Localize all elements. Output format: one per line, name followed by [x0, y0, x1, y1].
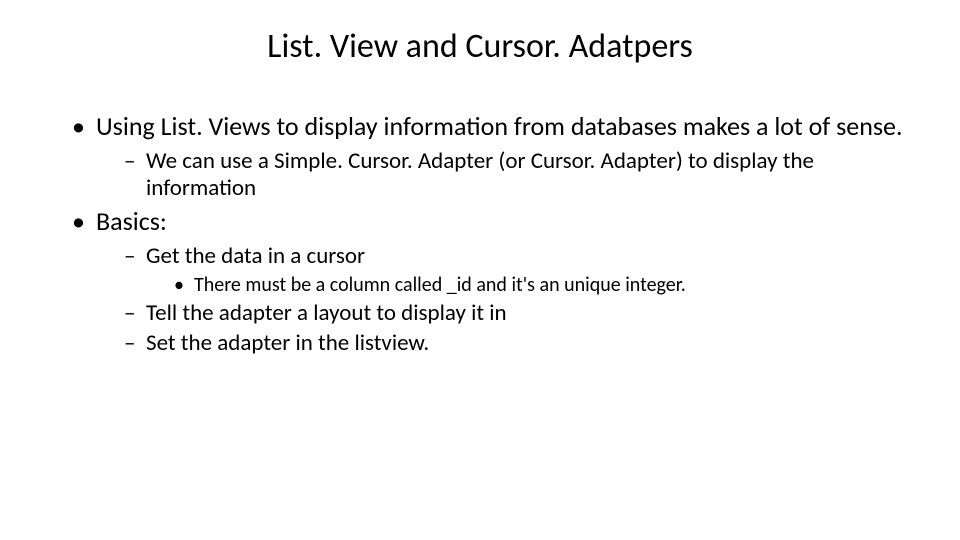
bullet-list-level1: Using List. Views to display information…: [40, 111, 920, 357]
bullet-text: We can use a Simple. Cursor. Adapter (or…: [146, 147, 814, 202]
bullet-text: There must be a column called _id and it…: [194, 273, 686, 297]
bullet-item: Get the data in a cursor There must be a…: [124, 243, 920, 297]
bullet-text: Tell the adapter a layout to display it …: [146, 299, 507, 327]
slide-title: List. View and Cursor. Adatpers: [40, 26, 920, 67]
bullet-item: There must be a column called _id and it…: [174, 273, 920, 297]
bullet-item: Tell the adapter a layout to display it …: [124, 300, 920, 327]
bullet-text: Basics:: [96, 205, 167, 237]
bullet-item: Set the adapter in the listview.: [124, 330, 920, 357]
bullet-list-level3: There must be a column called _id and it…: [146, 273, 920, 297]
bullet-text: Get the data in a cursor: [146, 242, 365, 270]
bullet-text: Set the adapter in the listview.: [146, 329, 429, 357]
bullet-text: Using List. Views to display information…: [96, 110, 903, 142]
bullet-list-level2: We can use a Simple. Cursor. Adapter (or…: [96, 148, 920, 202]
bullet-item: Using List. Views to display information…: [72, 111, 920, 202]
bullet-item: We can use a Simple. Cursor. Adapter (or…: [124, 148, 920, 202]
bullet-item: Basics: Get the data in a cursor There m…: [72, 206, 920, 357]
bullet-list-level2: Get the data in a cursor There must be a…: [96, 243, 920, 357]
